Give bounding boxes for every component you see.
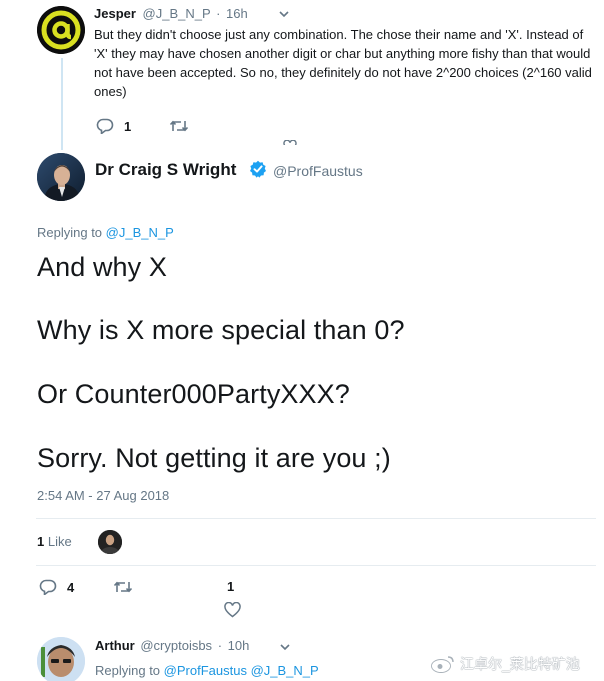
reply1-author-name[interactable]: Jesper bbox=[94, 6, 136, 21]
main-author-handle[interactable]: @ProfFaustus bbox=[273, 163, 363, 179]
watermark-text: 江卓尔_莱比特矿池 bbox=[460, 656, 580, 672]
reply1-separator: · bbox=[216, 6, 221, 21]
retweet-icon bbox=[114, 581, 133, 593]
main-like-count: 1 bbox=[227, 579, 235, 594]
main-reply-count: 4 bbox=[67, 579, 75, 595]
reply2-author-name[interactable]: Arthur bbox=[95, 638, 135, 653]
main-replying-handle[interactable]: @J_B_N_P bbox=[106, 225, 174, 240]
avatar-jesper[interactable] bbox=[37, 6, 85, 54]
at-sign-logo bbox=[37, 6, 85, 54]
reply1-actions: 1 bbox=[96, 117, 189, 135]
reply1-header: Jesper @J_B_N_P · 16h bbox=[94, 6, 248, 21]
main-author-name[interactable]: Dr Craig S Wright bbox=[95, 160, 236, 180]
reply2-timestamp[interactable]: 10h bbox=[228, 638, 250, 653]
weibo-logo-icon bbox=[430, 656, 454, 674]
reply1-author-handle[interactable]: @J_B_N_P bbox=[143, 6, 211, 21]
likes-stat[interactable]: 1 Like bbox=[37, 534, 72, 549]
reply1-reply-count: 1 bbox=[124, 118, 132, 134]
reply1-reply-button[interactable]: 1 bbox=[96, 118, 131, 134]
liker-avatar[interactable] bbox=[98, 530, 122, 554]
main-retweet-button[interactable] bbox=[113, 579, 133, 595]
divider-top-stats bbox=[36, 518, 596, 519]
main-replying-to: Replying to @J_B_N_P bbox=[37, 225, 174, 240]
main-timestamp[interactable]: 2:54 AM - 27 Aug 2018 bbox=[37, 488, 169, 503]
reply2-replying-handle-2[interactable]: @J_B_N_P bbox=[251, 663, 319, 678]
reply2-author-handle[interactable]: @cryptoisbs bbox=[140, 638, 212, 653]
reply1-more-chevron-icon[interactable] bbox=[278, 7, 290, 19]
main-tweet-line-4: Sorry. Not getting it are you ;) bbox=[37, 443, 391, 473]
divider-bottom-stats bbox=[36, 565, 596, 566]
reply-icon bbox=[96, 118, 114, 134]
main-tweet-line-2: Why is X more special than 0? bbox=[37, 315, 405, 345]
reply1-timestamp[interactable]: 16h bbox=[226, 6, 248, 21]
reply1-like-icon-partial[interactable] bbox=[283, 139, 297, 145]
thread-connector-line bbox=[61, 58, 63, 150]
likes-stat-label: Like bbox=[47, 534, 72, 549]
main-tweet-line-1: And why X bbox=[37, 252, 167, 282]
main-reply-button[interactable]: 4 bbox=[39, 579, 74, 595]
main-like-button[interactable] bbox=[224, 601, 241, 618]
main-actions: 4 bbox=[39, 578, 133, 596]
main-tweet-line-3: Or Counter000PartyXXX? bbox=[37, 379, 350, 409]
watermark: 江卓尔_莱比特矿池 bbox=[430, 654, 580, 674]
reply2-more-chevron-icon[interactable] bbox=[279, 640, 291, 652]
heart-icon bbox=[224, 601, 241, 618]
likes-stat-count: 1 bbox=[37, 534, 45, 549]
retweet-icon bbox=[170, 120, 189, 132]
reply1-text: But they didn't choose just any combinat… bbox=[94, 27, 592, 99]
reply2-separator: · bbox=[217, 638, 223, 653]
reply2-replying-to: Replying to @ProfFaustus @J_B_N_P bbox=[95, 663, 319, 678]
reply2-replying-prefix: Replying to bbox=[95, 663, 161, 678]
verified-badge-icon bbox=[249, 160, 267, 178]
main-replying-prefix: Replying to bbox=[37, 225, 103, 240]
reply1-retweet-button[interactable] bbox=[169, 118, 189, 134]
reply-icon bbox=[39, 579, 57, 595]
reply2-replying-handle-1[interactable]: @ProfFaustus bbox=[164, 663, 247, 678]
reply2-header: Arthur @cryptoisbs · 10h bbox=[95, 638, 249, 653]
avatar-craig[interactable] bbox=[37, 153, 85, 201]
avatar-arthur[interactable] bbox=[37, 637, 85, 681]
